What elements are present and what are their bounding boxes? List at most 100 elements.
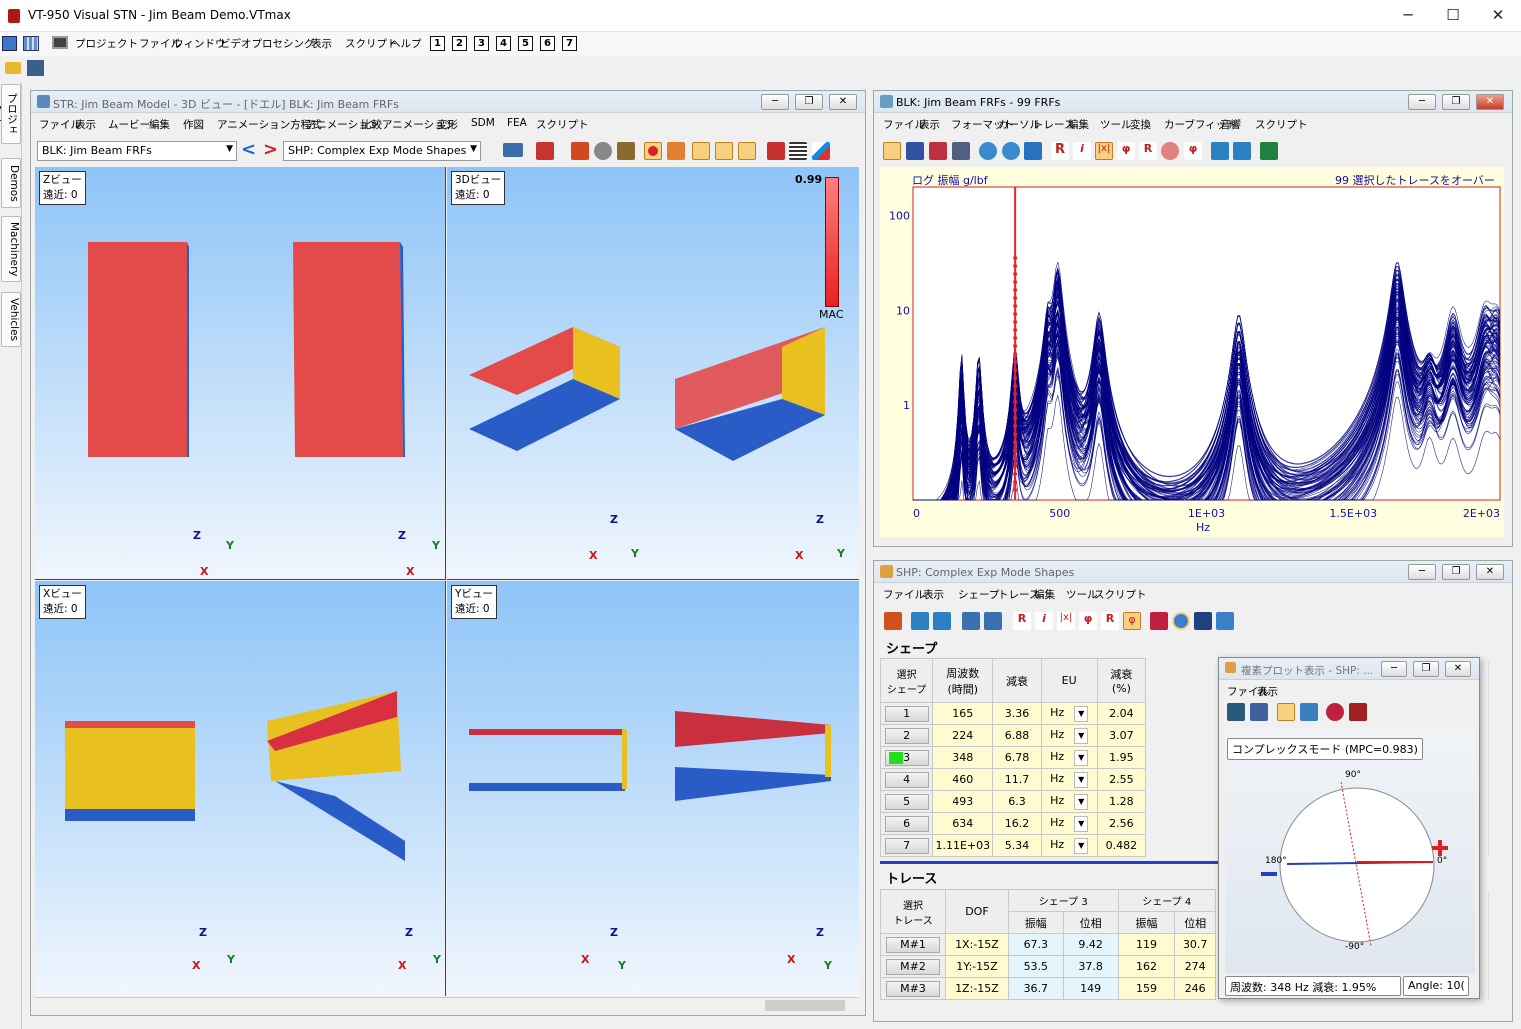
rabbit-icon[interactable] (617, 142, 635, 160)
blk-menu-view[interactable]: 表示 (919, 117, 940, 132)
shape-row[interactable]: 1 165 3.36 Hz ▼ 2.04 (879, 702, 1147, 725)
str-restore-button[interactable]: ❐ (795, 94, 823, 110)
window-6-button[interactable]: 6 (540, 36, 555, 51)
phase-mag-icon[interactable]: φ (1184, 142, 1202, 160)
trace-row[interactable]: M#3 1Z:-15Z 36.7 149 159 246 (880, 977, 1216, 1000)
shape-select-cell[interactable]: 3 (879, 746, 934, 769)
shape-select-button[interactable]: 2 (884, 727, 929, 744)
shp-menu-script[interactable]: スクリプト (1094, 587, 1147, 602)
shape-eu[interactable]: Hz ▼ (1040, 790, 1098, 813)
trace-s3-amp[interactable]: 67.3 (1007, 933, 1064, 956)
shp-real-icon[interactable]: R (1013, 612, 1031, 630)
shp-phase-mag-icon[interactable]: φ (1123, 612, 1141, 630)
str-menu-view[interactable]: 表示 (75, 117, 96, 132)
gear-icon[interactable] (571, 142, 589, 160)
trace-select-cell[interactable]: M#1 (880, 933, 946, 956)
complex-minimize-button[interactable]: ─ (1381, 661, 1407, 677)
bar-view-icon[interactable] (883, 142, 901, 160)
chevron-down-icon[interactable]: ▼ (1074, 771, 1089, 788)
window-4-button[interactable]: 4 (496, 36, 511, 51)
complex-autoscale-icon[interactable] (1300, 703, 1318, 721)
shape-damping-pct[interactable]: 1.95 (1096, 746, 1147, 769)
flag-icon[interactable] (536, 142, 554, 160)
shape-damping[interactable]: 3.36 (992, 702, 1042, 725)
shp-histogram-icon[interactable] (1194, 612, 1212, 630)
menu-help[interactable]: ヘルプ (390, 36, 422, 51)
grid-icon[interactable] (23, 36, 39, 51)
shp-menu-shape[interactable]: シェープ (958, 587, 999, 602)
arrow-tool-icon[interactable] (767, 142, 785, 160)
shape-select-button[interactable]: 1 (884, 705, 929, 722)
shape-row[interactable]: 2 224 6.88 Hz ▼ 3.07 (879, 724, 1147, 747)
shape-frequency[interactable]: 493 (932, 790, 994, 813)
traces-scrollbar[interactable] (1488, 891, 1504, 1001)
blk-minimize-button[interactable]: ─ (1408, 94, 1436, 110)
curve-tool-3-icon[interactable] (738, 142, 756, 160)
shape-row[interactable]: 5 493 6.3 Hz ▼ 1.28 (879, 790, 1147, 813)
str-menu-movie[interactable]: ムービー (108, 117, 150, 132)
phase-icon[interactable]: φ (1117, 142, 1135, 160)
shp-imag-icon[interactable]: i (1035, 612, 1053, 630)
shape-damping-pct[interactable]: 1.28 (1096, 790, 1147, 813)
shape-damping[interactable]: 11.7 (992, 768, 1042, 791)
window-1-button[interactable]: 1 (430, 36, 445, 51)
frf-chart[interactable]: 0 500 1E+03 1.5E+03 2E+03 100 10 1 (880, 167, 1504, 537)
real-imag-icon[interactable]: R (1139, 142, 1157, 160)
shape-eu[interactable]: Hz ▼ (1040, 702, 1098, 725)
str-menu-draw[interactable]: 作図 (183, 117, 204, 132)
shape-select-cell[interactable]: 2 (879, 724, 934, 747)
str-scroll-thumb[interactable] (765, 1000, 845, 1011)
trace-s3-amp[interactable]: 53.5 (1007, 955, 1064, 978)
trace-s4-amp[interactable]: 119 (1117, 933, 1176, 956)
shape-frequency[interactable]: 634 (932, 812, 994, 835)
chevron-down-icon[interactable]: ▼ (1074, 815, 1089, 832)
vertical-arrows-icon[interactable] (1024, 142, 1042, 160)
shape-eu[interactable]: Hz ▼ (1040, 834, 1098, 857)
shp-real-imag-icon[interactable]: R (1101, 612, 1119, 630)
trace-s4-phase[interactable]: 246 (1174, 977, 1216, 1000)
str-minimize-button[interactable]: ─ (761, 94, 789, 110)
blk-select[interactable]: BLK: Jim Beam FRFs ▼ (37, 141, 237, 161)
shape-select-cell[interactable]: 5 (879, 790, 934, 813)
trace-s4-phase[interactable]: 30.7 (1174, 933, 1216, 956)
shp-magnitude-icon[interactable]: |x| (1057, 612, 1075, 630)
side-tab-machinery[interactable]: Machinery (1, 216, 21, 282)
shape-damping-pct[interactable]: 2.55 (1096, 768, 1147, 791)
side-tab-project[interactable]: プロジェクト (0, 84, 21, 144)
trace-select-button[interactable]: M#1 (885, 936, 940, 953)
shape-select-button[interactable]: 4 (884, 771, 929, 788)
magnitude-icon[interactable]: |x| (1095, 142, 1113, 160)
shape-row[interactable]: 7 1.11E+03 5.34 Hz ▼ 0.482 (879, 834, 1147, 857)
complex-color-icon[interactable] (1326, 703, 1344, 721)
shp-minimize-button[interactable]: ─ (1408, 564, 1436, 580)
frf-chart-area[interactable]: ログ 振幅 g/lbf 99 選択したトレースをオーバーレイ M#s 05001… (880, 167, 1504, 537)
speed-icon[interactable] (594, 142, 612, 160)
side-tab-demos[interactable]: Demos (1, 158, 21, 208)
str-menu-fea[interactable]: FEA (507, 117, 527, 129)
trace-s3-phase[interactable]: 149 (1062, 977, 1119, 1000)
complex-menu-view[interactable]: 表示 (1257, 684, 1278, 699)
chevron-down-icon[interactable]: ▼ (1074, 837, 1089, 854)
str-horizontal-scrollbar[interactable] (35, 997, 859, 1013)
shape-eu[interactable]: Hz ▼ (1040, 768, 1098, 791)
blk-restore-button[interactable]: ❐ (1442, 94, 1470, 110)
shp-close-button[interactable]: ✕ (1476, 564, 1504, 580)
trace-row[interactable]: M#1 1X:-15Z 67.3 9.42 119 30.7 (880, 933, 1216, 956)
shp-copy-icon[interactable] (962, 612, 980, 630)
shape-row[interactable]: 3 348 6.78 Hz ▼ 1.95 (879, 746, 1147, 769)
curve-tool-2-icon[interactable] (715, 142, 733, 160)
str-close-button[interactable]: ✕ (829, 94, 857, 110)
move-up-icon[interactable] (1211, 142, 1229, 160)
shape-eu[interactable]: Hz ▼ (1040, 812, 1098, 835)
shape-row[interactable]: 4 460 11.7 Hz ▼ 2.55 (879, 768, 1147, 791)
shp-menu-view[interactable]: 表示 (923, 587, 944, 602)
shp-select[interactable]: SHP: Complex Exp Mode Shapes ▼ (283, 141, 481, 161)
maximize-button[interactable]: ☐ (1430, 0, 1476, 32)
shp-paste-icon[interactable] (984, 612, 1002, 630)
3d-view[interactable]: 3Dビュー 遠近: 0 0.99 MAC Z Y X Z Y X (447, 167, 859, 580)
chevron-down-icon[interactable]: ▼ (1074, 793, 1089, 810)
shape-damping-pct[interactable]: 2.04 (1096, 702, 1147, 725)
side-tab-vehicles[interactable]: Vehicles (1, 292, 21, 347)
str-menu-script[interactable]: スクリプト (536, 117, 589, 132)
spectrum-icon[interactable] (1260, 142, 1278, 160)
